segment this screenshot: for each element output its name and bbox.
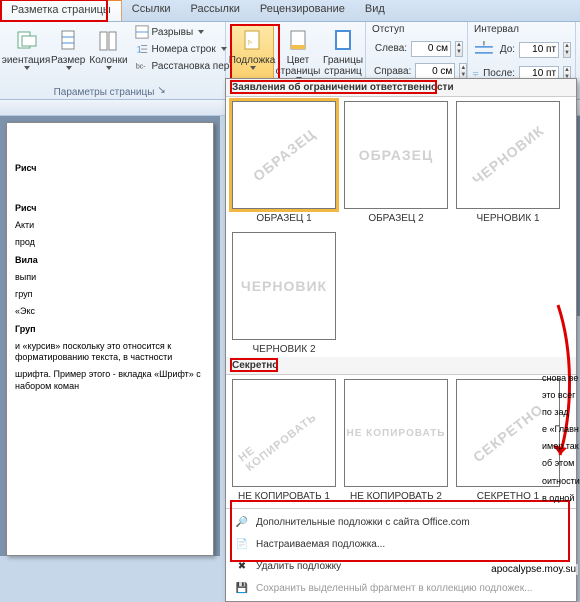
doc-text: груп: [15, 289, 205, 300]
doc-text: и «курсив» поскольку это относится к фор…: [15, 341, 205, 364]
watermark-preview: НЕ КОПИРОВАТЬ: [236, 392, 331, 474]
columns-button[interactable]: Колонки: [88, 24, 128, 74]
page-color-icon: [284, 27, 312, 55]
watermark-preview: ЧЕРНОВИК: [469, 122, 547, 188]
thumb-label: НЕ КОПИРОВАТЬ 2: [350, 487, 442, 504]
tab-page-layout[interactable]: Разметка страницы: [0, 0, 122, 21]
menu-more-office[interactable]: 🔎Дополнительные подложки с сайта Office.…: [226, 511, 576, 533]
doc-text: прод: [15, 237, 205, 248]
page-borders-button[interactable]: Границы страниц: [322, 24, 364, 84]
indent-left-icon: [370, 48, 371, 49]
spacing-before-icon: [472, 38, 496, 62]
indent-left-field[interactable]: Слева:▲▼: [370, 40, 463, 58]
spacing-label: Интервал: [472, 24, 571, 35]
watermark-thumb-chernovik1[interactable]: ЧЕРНОВИК ЧЕРНОВИК 1: [456, 101, 560, 226]
remove-icon: ✖: [234, 558, 250, 574]
doc-text: шрифта. Пример этого - вкладка «Шрифт» с…: [15, 369, 205, 392]
watermark-gallery: Заявления об ограничении ответственности…: [225, 78, 577, 602]
spinner[interactable]: ▲▼: [459, 63, 467, 79]
doc-text: Вила: [15, 255, 205, 266]
page-color-button[interactable]: Цвет страницы: [276, 24, 320, 84]
dialog-launcher-icon[interactable]: ↘: [157, 85, 171, 99]
tab-review[interactable]: Рецензирование: [250, 0, 355, 21]
gallery-footer-menu: 🔎Дополнительные подложки с сайта Office.…: [226, 508, 576, 601]
spinner[interactable]: ▲▼: [455, 41, 463, 57]
gallery-section-secret: Секретно: [226, 357, 576, 375]
gallery-section-disclaimers: Заявления об ограничении ответственности: [226, 79, 576, 97]
orientation-icon: [12, 27, 40, 55]
watermark-icon: A: [238, 27, 266, 55]
page-size-icon: [54, 27, 82, 55]
orientation-button[interactable]: эиентация: [4, 24, 48, 74]
watermark-preview: ОБРАЗЕЦ: [250, 126, 319, 184]
page[interactable]: Рисч Рисч Акти прод Вила выпи груп «Экс …: [6, 122, 214, 556]
thumb-label: ЧЕРНОВИК 2: [252, 340, 315, 357]
watermark-button[interactable]: A Подложка: [230, 24, 274, 84]
indent-label: Отступ: [370, 24, 463, 35]
indent-left-input[interactable]: [411, 41, 451, 57]
watermark-preview: ОБРАЗЕЦ: [359, 147, 434, 163]
spacing-before-input[interactable]: [519, 42, 559, 58]
watermark-thumb-nekopirovat2[interactable]: НЕ КОПИРОВАТЬ НЕ КОПИРОВАТЬ 2: [344, 379, 448, 504]
watermark-thumb-obrazec1[interactable]: ОБРАЗЕЦ ОБРАЗЕЦ 1: [232, 101, 336, 226]
doc-text: Груп: [15, 324, 205, 335]
chevron-down-icon: [66, 66, 72, 70]
chevron-down-icon: [24, 66, 30, 70]
doc-text: выпи: [15, 272, 205, 283]
group-label-page-params: Параметры страницы: [54, 87, 155, 98]
columns-icon: [94, 27, 122, 55]
menu-custom-watermark[interactable]: 📄Настраиваемая подложка...: [226, 533, 576, 555]
doc-text: Рисч: [15, 163, 205, 174]
office-icon: 🔎: [234, 514, 250, 530]
thumb-label: ОБРАЗЕЦ 2: [368, 209, 423, 226]
doc-text: Рисч: [15, 203, 205, 214]
watermark-thumb-chernovik2[interactable]: ЧЕРНОВИК ЧЕРНОВИК 2: [232, 232, 336, 357]
tab-links[interactable]: Ссылки: [122, 0, 181, 21]
thumb-label: НЕ КОПИРОВАТЬ 1: [238, 487, 330, 504]
watermark-thumb-nekopirovat1[interactable]: НЕ КОПИРОВАТЬ НЕ КОПИРОВАТЬ 1: [232, 379, 336, 504]
chevron-down-icon: [250, 66, 256, 70]
watermark-preview: НЕ КОПИРОВАТЬ: [347, 428, 446, 439]
watermark-thumb-obrazec2[interactable]: ОБРАЗЕЦ ОБРАЗЕЦ 2: [344, 101, 448, 226]
save-icon: 💾: [234, 580, 250, 596]
watermark-preview: ЧЕРНОВИК: [241, 278, 327, 294]
page-borders-icon: [329, 27, 357, 55]
tab-mailings[interactable]: Рассылки: [181, 0, 250, 21]
credit-text: apocalypse.moy.su: [489, 564, 578, 575]
chevron-down-icon: [106, 66, 112, 70]
watermark-preview: СЕКРЕТНО: [470, 401, 546, 465]
thumb-label: СЕКРЕТНО 1: [477, 487, 540, 504]
thumb-label: ЧЕРНОВИК 1: [476, 209, 539, 226]
svg-text:1: 1: [136, 45, 141, 55]
size-button[interactable]: Размер: [50, 24, 86, 74]
menu-save-selection: 💾Сохранить выделенный фрагмент в коллекц…: [226, 577, 576, 599]
spacing-after-icon: [472, 70, 479, 77]
spacing-before-field[interactable]: До:▲▼: [472, 37, 571, 63]
tab-view[interactable]: Вид: [355, 0, 395, 21]
doc-right-fragment2: снова ве это всег по зад е «Главн имер т…: [542, 370, 580, 507]
line-numbers-icon: 1: [135, 42, 149, 56]
doc-text: Акти: [15, 220, 205, 231]
chevron-down-icon: [198, 30, 204, 34]
svg-text:bc-: bc-: [135, 64, 145, 71]
spinner[interactable]: ▲▼: [563, 42, 571, 58]
doc-text: «Экс: [15, 306, 205, 317]
hyphenation-icon: bc-: [135, 59, 149, 73]
document-area: Рисч Рисч Акти прод Вила выпи груп «Экс …: [0, 116, 220, 556]
custom-watermark-icon: 📄: [234, 536, 250, 552]
thumb-label: ОБРАЗЕЦ 1: [256, 209, 311, 226]
breaks-icon: [135, 25, 149, 39]
indent-right-input[interactable]: [415, 63, 455, 79]
